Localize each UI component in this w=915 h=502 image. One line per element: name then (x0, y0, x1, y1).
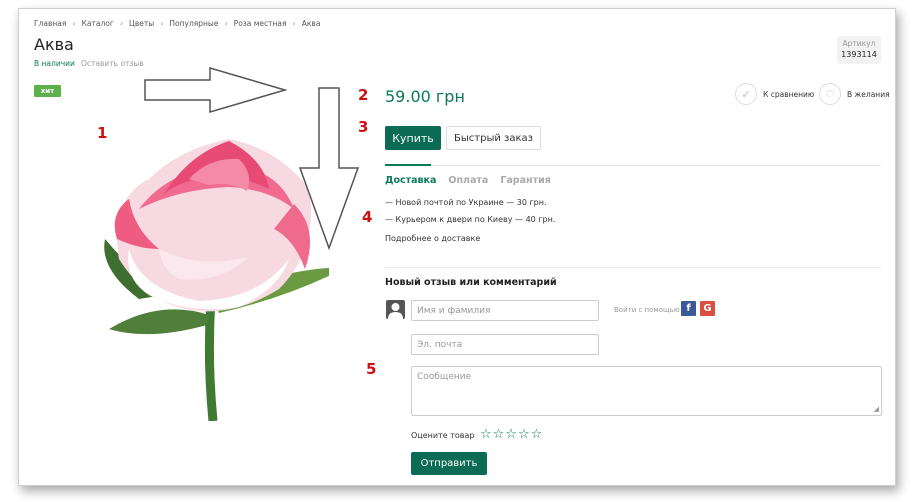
compare-label: К сравнению (763, 89, 815, 99)
sku-value: 1393114 (841, 50, 877, 59)
email-placeholder: Эл. почта (417, 339, 463, 350)
quick-order-button[interactable]: Быстрый заказ (446, 126, 541, 150)
name-input[interactable]: Имя и фамилия (411, 300, 599, 321)
tab-payment[interactable]: Оплата (448, 175, 488, 186)
info-tabs: Доставка Оплата Гарантия (385, 175, 551, 186)
chevron-right-icon: › (160, 19, 164, 28)
breadcrumb-item[interactable]: Цветы (129, 19, 154, 28)
product-price: 59.00 грн (385, 87, 465, 106)
breadcrumb-item[interactable]: Роза местная (234, 19, 287, 28)
breadcrumb-current: Аква (301, 19, 321, 28)
email-input[interactable]: Эл. почта (411, 334, 599, 355)
facebook-icon[interactable]: f (681, 301, 696, 316)
delivery-more-link[interactable]: Подробнее о доставке (385, 234, 480, 243)
chevron-right-icon: › (224, 19, 228, 28)
login-with-label: Войти с помощью (614, 306, 680, 314)
chevron-right-icon: › (72, 19, 76, 28)
breadcrumb: Главная › Каталог › Цветы › Популярные › Роз… (34, 19, 320, 28)
annotation-number: 3 (358, 118, 369, 136)
tab-warranty[interactable]: Гарантия (500, 175, 551, 186)
breadcrumb-item[interactable]: Главная (34, 19, 66, 28)
message-textarea[interactable]: Сообщение ◢ (411, 366, 882, 416)
chevron-right-icon: › (119, 19, 124, 28)
tab-delivery[interactable]: Доставка (385, 175, 436, 186)
resize-handle-icon[interactable]: ◢ (874, 405, 879, 413)
buy-button[interactable]: Купить (385, 126, 441, 150)
active-tab-underline (385, 164, 431, 166)
sku-label: Артикул (842, 39, 876, 48)
breadcrumb-item[interactable]: Популярные (169, 19, 218, 28)
annotation-number: 4 (362, 208, 373, 226)
annotation-number: 2 (358, 86, 369, 104)
star-rating[interactable]: ☆☆☆☆☆ (480, 427, 543, 442)
sku-box: Артикул 1393114 (837, 36, 881, 64)
wishlist-label: В желания (847, 89, 890, 99)
leave-review-link[interactable]: Оставить отзыв (81, 59, 144, 68)
review-form-title: Новый отзыв или комментарий (385, 277, 557, 288)
message-placeholder: Сообщение (417, 372, 472, 382)
page-frame: Главная › Каталог › Цветы › Популярные › Роз… (18, 8, 896, 486)
user-avatar-icon (386, 300, 405, 319)
page-title: Аква (34, 35, 74, 54)
breadcrumb-item[interactable]: Каталог (82, 19, 114, 28)
wishlist-toggle[interactable]: ♡ В желания (819, 83, 890, 105)
divider (385, 165, 881, 166)
google-icon[interactable]: G (700, 301, 715, 316)
stock-status: В наличии (34, 59, 75, 68)
product-image (104, 139, 329, 421)
name-placeholder: Имя и фамилия (417, 305, 491, 316)
delivery-line: — Курьером к двери по Киеву — 40 грн. (385, 215, 556, 224)
rating-label: Оцените товар (411, 431, 475, 440)
delivery-line: — Новой почтой по Украине — 30 грн. (385, 198, 547, 207)
chevron-right-icon: › (292, 19, 296, 28)
compare-toggle[interactable]: ✓ К сравнению (735, 83, 814, 105)
hit-badge: хит (34, 85, 61, 97)
annotation-number: 1 (97, 124, 108, 142)
heart-icon: ♡ (819, 83, 841, 105)
check-icon: ✓ (735, 83, 757, 105)
annotation-number: 5 (366, 360, 377, 378)
divider (385, 267, 881, 268)
submit-review-button[interactable]: Отправить (411, 452, 487, 475)
